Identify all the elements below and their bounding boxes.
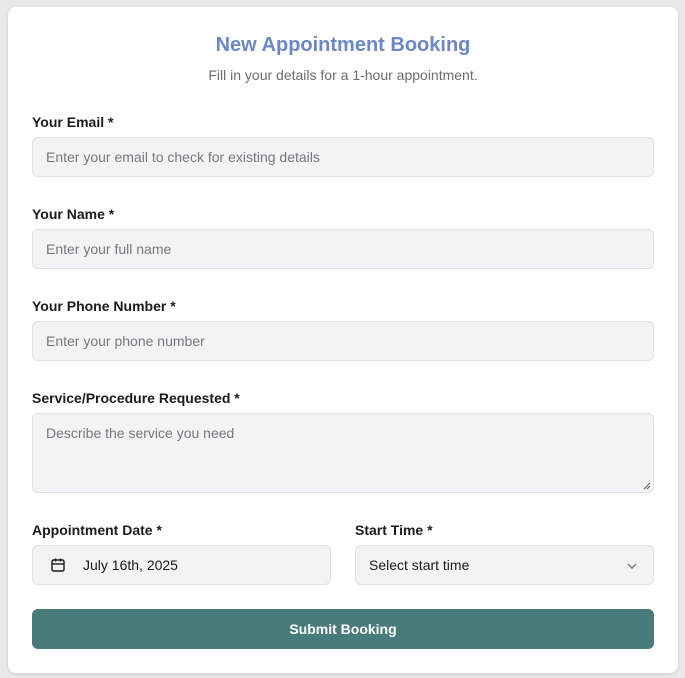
date-label: Appointment Date *: [32, 522, 162, 538]
chevron-down-icon: [627, 563, 637, 569]
submit-booking-button[interactable]: Submit Booking: [32, 609, 654, 649]
calendar-icon: [51, 558, 65, 572]
phone-field[interactable]: Enter your phone number: [32, 321, 654, 361]
service-textarea[interactable]: Describe the service you need: [32, 413, 654, 493]
date-picker[interactable]: July 16th, 2025: [32, 545, 331, 585]
page-title: New Appointment Booking: [215, 34, 471, 56]
resize-handle-icon[interactable]: [643, 482, 651, 490]
page-subtitle: Fill in your details for a 1-hour appoin…: [208, 67, 478, 83]
start-time-value: Select start time: [369, 557, 470, 573]
email-field[interactable]: Enter your email to check for existing d…: [32, 137, 654, 177]
email-placeholder: Enter your email to check for existing d…: [46, 149, 320, 165]
phone-placeholder: Enter your phone number: [46, 333, 205, 349]
date-value: July 16th, 2025: [83, 557, 178, 573]
email-label: Your Email *: [32, 114, 114, 130]
phone-label: Your Phone Number *: [32, 298, 176, 314]
start-time-select[interactable]: Select start time: [355, 545, 654, 585]
booking-card: New Appointment Booking Fill in your det…: [8, 7, 678, 673]
service-label: Service/Procedure Requested *: [32, 390, 240, 406]
name-field[interactable]: Enter your full name: [32, 229, 654, 269]
service-placeholder: Describe the service you need: [46, 425, 235, 441]
name-placeholder: Enter your full name: [46, 241, 172, 257]
name-label: Your Name *: [32, 206, 115, 222]
start-time-label: Start Time *: [355, 522, 433, 538]
